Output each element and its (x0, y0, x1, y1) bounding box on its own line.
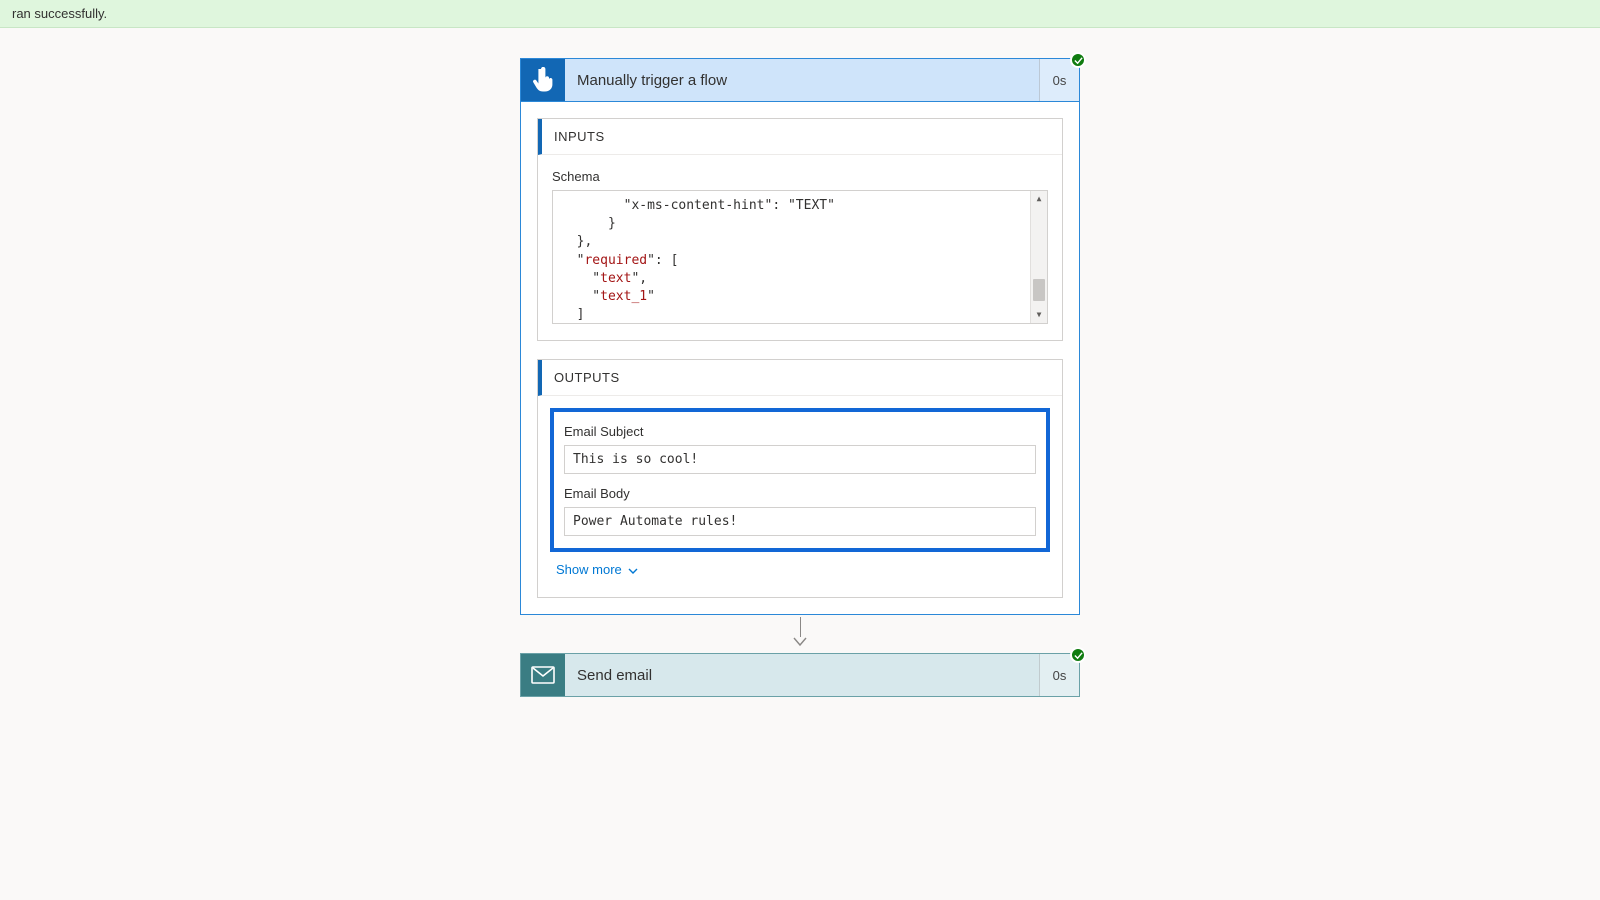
success-banner-text: ran successfully. (12, 6, 107, 21)
outputs-section: OUTPUTS Email Subject This is so cool! E… (537, 359, 1063, 598)
scroll-thumb[interactable] (1033, 279, 1045, 301)
schema-label: Schema (552, 169, 1048, 184)
outputs-highlight: Email Subject This is so cool! Email Bod… (550, 408, 1050, 552)
schema-scrollbar[interactable]: ▲ ▼ (1030, 191, 1047, 323)
output-label-body: Email Body (564, 486, 1036, 501)
action-title: Send email (565, 654, 1039, 696)
arrow-down-icon (793, 637, 807, 647)
success-banner: ran successfully. (0, 0, 1600, 28)
connector-arrow (793, 617, 807, 647)
inputs-header: INPUTS (538, 119, 1062, 155)
outputs-header: OUTPUTS (538, 360, 1062, 396)
scroll-up-icon[interactable]: ▲ (1031, 191, 1047, 207)
trigger-header[interactable]: Manually trigger a flow 0s (520, 58, 1080, 102)
flow-canvas: Manually trigger a flow 0s INPUTS Schema… (0, 28, 1600, 697)
trigger-title: Manually trigger a flow (565, 59, 1039, 101)
inputs-section: INPUTS Schema "x-ms-content-hint": "TEXT… (537, 118, 1063, 341)
output-label-subject: Email Subject (564, 424, 1036, 439)
scroll-down-icon[interactable]: ▼ (1031, 307, 1047, 323)
success-check-icon (1070, 647, 1086, 663)
show-more-button[interactable]: Show more (552, 552, 642, 581)
action-card-send-email[interactable]: Send email 0s (520, 653, 1080, 697)
schema-textarea[interactable]: "x-ms-content-hint": "TEXT" } }, "requir… (552, 190, 1048, 324)
trigger-card: Manually trigger a flow 0s INPUTS Schema… (520, 58, 1080, 615)
success-check-icon (1070, 52, 1086, 68)
envelope-icon (521, 654, 565, 696)
show-more-label: Show more (556, 562, 622, 577)
trigger-body: INPUTS Schema "x-ms-content-hint": "TEXT… (520, 102, 1080, 615)
output-value-body[interactable]: Power Automate rules! (564, 507, 1036, 536)
manual-trigger-icon (521, 59, 565, 101)
chevron-down-icon (628, 562, 638, 577)
output-value-subject[interactable]: This is so cool! (564, 445, 1036, 474)
